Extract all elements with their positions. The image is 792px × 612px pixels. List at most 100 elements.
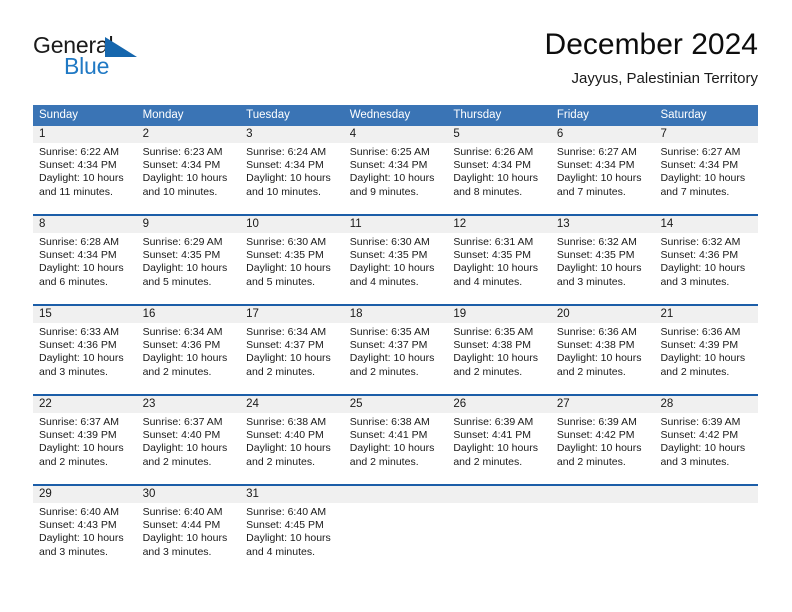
calendar-day-cell[interactable]: 14 Sunrise: 6:32 AM Sunset: 4:36 PM Dayligh…	[654, 216, 759, 296]
day-detail-line: Sunset: 4:41 PM	[453, 429, 531, 442]
calendar-week-row: 8 Sunrise: 6:28 AM Sunset: 4:34 PM Daylight…	[33, 214, 759, 296]
day-detail-line: Sunset: 4:37 PM	[246, 339, 324, 352]
calendar-day-cell[interactable]: 21 Sunrise: 6:36 AM Sunset: 4:39 PM Dayligh…	[654, 306, 759, 386]
day-detail-line: and 10 minutes.	[246, 185, 321, 198]
day-detail-line: and 4 minutes.	[246, 545, 316, 558]
day-detail-line: Sunrise: 6:33 AM	[39, 326, 119, 338]
day-detail-line: and 6 minutes.	[39, 275, 108, 288]
day-detail-line: Daylight: 10 hours	[660, 172, 746, 185]
day-detail-line: Daylight: 10 hours	[142, 442, 228, 455]
calendar-day-cell[interactable]: 5 Sunrise: 6:26 AM Sunset: 4:34 PM Daylight…	[447, 126, 551, 206]
brand-logo[interactable]: General Blue	[33, 32, 203, 88]
calendar-day-cell[interactable]: 6 Sunrise: 6:27 AM Sunset: 4:34 PM Daylight…	[550, 126, 655, 206]
day-detail-line: and 2 minutes.	[453, 365, 523, 378]
calendar-day-cell[interactable]: 28 Sunrise: 6:39 AM Sunset: 4:42 PM Dayligh…	[654, 396, 759, 476]
day-detail-line: Sunrise: 6:40 AM	[246, 506, 327, 518]
calendar-day-cell[interactable]: 7 Sunrise: 6:27 AM Sunset: 4:34 PM Daylight…	[654, 126, 759, 206]
day-detail-line: Sunset: 4:34 PM	[556, 159, 635, 172]
calendar-day-cell[interactable]: 10 Sunrise: 6:30 AM Sunset: 4:35 PM Dayligh…	[240, 216, 344, 296]
day-detail-line: Sunrise: 6:24 AM	[246, 146, 327, 158]
day-number: 2	[136, 126, 241, 143]
calendar-day-cell[interactable]: 22 Sunrise: 6:37 AM Sunset: 4:39 PM Dayligh…	[33, 396, 137, 476]
calendar-day-cell[interactable]: 27 Sunrise: 6:39 AM Sunset: 4:42 PM Dayligh…	[550, 396, 655, 476]
calendar-empty-cell	[550, 486, 655, 566]
week-cells: 1 Sunrise: 6:22 AM Sunset: 4:34 PM Daylight…	[33, 126, 759, 206]
calendar-day-cell[interactable]: 13 Sunrise: 6:32 AM Sunset: 4:35 PM Dayligh…	[550, 216, 655, 296]
day-number: 11	[343, 216, 448, 233]
day-detail-line: and 2 minutes.	[349, 365, 419, 378]
day-detail-line: Daylight: 10 hours	[556, 442, 642, 455]
calendar-day-cell[interactable]: 4 Sunrise: 6:25 AM Sunset: 4:34 PM Daylight…	[343, 126, 448, 206]
day-detail-line: Sunrise: 6:39 AM	[453, 416, 534, 428]
day-detail-line: Daylight: 10 hours	[453, 352, 538, 365]
calendar-day-cell[interactable]: 15 Sunrise: 6:33 AM Sunset: 4:36 PM Dayligh…	[33, 306, 137, 386]
calendar-day-cell[interactable]: 24 Sunrise: 6:38 AM Sunset: 4:40 PM Dayligh…	[240, 396, 344, 476]
calendar-day-cell[interactable]: 29 Sunrise: 6:40 AM Sunset: 4:43 PM Dayligh…	[33, 486, 137, 566]
day-details: Sunrise: 6:24 AM Sunset: 4:34 PM Daylight:…	[240, 143, 344, 199]
day-detail-line: Daylight: 10 hours	[39, 262, 124, 275]
day-detail-line: Daylight: 10 hours	[349, 262, 435, 275]
calendar-week-row: 1 Sunrise: 6:22 AM Sunset: 4:34 PM Daylight…	[33, 126, 759, 206]
title-block: December 2024 Jayyus, Palestinian Territ…	[545, 28, 758, 89]
calendar-day-cell[interactable]: 31 Sunrise: 6:40 AM Sunset: 4:45 PM Dayligh…	[240, 486, 344, 566]
day-detail-line: Sunset: 4:35 PM	[453, 249, 531, 262]
day-detail-line: Sunrise: 6:32 AM	[556, 236, 637, 248]
day-detail-line: Sunrise: 6:34 AM	[142, 326, 223, 338]
day-detail-line: Sunrise: 6:40 AM	[39, 506, 119, 518]
day-detail-line: Sunrise: 6:38 AM	[349, 416, 430, 428]
weekday-header-monday: Monday	[142, 109, 184, 121]
calendar-day-cell[interactable]: 1 Sunrise: 6:22 AM Sunset: 4:34 PM Daylight…	[33, 126, 137, 206]
day-detail-line: and 2 minutes.	[453, 455, 523, 468]
week-cells: 22 Sunrise: 6:37 AM Sunset: 4:39 PM Dayligh…	[33, 396, 759, 476]
day-detail-line: Daylight: 10 hours	[142, 532, 228, 545]
day-details: Sunrise: 6:36 AM Sunset: 4:39 PM Daylight:…	[654, 323, 758, 379]
day-detail-line: and 9 minutes.	[349, 185, 419, 198]
calendar-week-row: 15 Sunrise: 6:33 AM Sunset: 4:36 PM Dayligh…	[33, 304, 759, 386]
day-number: 27	[550, 396, 655, 413]
calendar-day-cell[interactable]: 16 Sunrise: 6:34 AM Sunset: 4:36 PM Dayligh…	[136, 306, 241, 386]
day-detail-line: Daylight: 10 hours	[39, 442, 124, 455]
calendar-day-cell[interactable]: 3 Sunrise: 6:24 AM Sunset: 4:34 PM Daylight…	[240, 126, 344, 206]
day-detail-line: Sunrise: 6:23 AM	[142, 146, 223, 158]
weekday-header-saturday: Saturday	[660, 109, 707, 121]
day-details: Sunrise: 6:32 AM Sunset: 4:35 PM Daylight:…	[551, 233, 655, 289]
calendar-day-cell[interactable]: 2 Sunrise: 6:23 AM Sunset: 4:34 PM Daylight…	[136, 126, 241, 206]
calendar-day-cell[interactable]: 8 Sunrise: 6:28 AM Sunset: 4:34 PM Daylight…	[33, 216, 137, 296]
day-detail-line: and 2 minutes.	[142, 455, 212, 468]
day-detail-line: Daylight: 10 hours	[453, 442, 538, 455]
day-detail-line: and 3 minutes.	[556, 275, 626, 288]
day-detail-line: Daylight: 10 hours	[556, 262, 642, 275]
day-detail-line: Sunrise: 6:29 AM	[142, 236, 223, 248]
calendar-day-cell[interactable]: 20 Sunrise: 6:36 AM Sunset: 4:38 PM Dayligh…	[550, 306, 655, 386]
day-detail-line: Daylight: 10 hours	[246, 172, 331, 185]
day-detail-line: and 3 minutes.	[660, 455, 730, 468]
calendar-day-cell[interactable]: 30 Sunrise: 6:40 AM Sunset: 4:44 PM Dayligh…	[136, 486, 241, 566]
day-detail-line: Sunrise: 6:27 AM	[660, 146, 741, 158]
day-number: 26	[447, 396, 551, 413]
calendar-day-cell[interactable]: 23 Sunrise: 6:37 AM Sunset: 4:40 PM Dayligh…	[136, 396, 241, 476]
calendar-day-cell[interactable]: 12 Sunrise: 6:31 AM Sunset: 4:35 PM Dayligh…	[447, 216, 551, 296]
day-number: 14	[654, 216, 759, 233]
calendar-day-cell[interactable]: 18 Sunrise: 6:35 AM Sunset: 4:37 PM Dayligh…	[343, 306, 448, 386]
calendar-day-cell[interactable]: 26 Sunrise: 6:39 AM Sunset: 4:41 PM Dayligh…	[447, 396, 551, 476]
day-number: 19	[447, 306, 551, 323]
day-number: 24	[240, 396, 344, 413]
calendar-day-cell[interactable]: 17 Sunrise: 6:34 AM Sunset: 4:37 PM Dayligh…	[240, 306, 344, 386]
day-detail-line: and 3 minutes.	[39, 365, 108, 378]
calendar-day-cell[interactable]: 9 Sunrise: 6:29 AM Sunset: 4:35 PM Daylight…	[136, 216, 241, 296]
day-detail-line: and 11 minutes.	[39, 185, 113, 198]
calendar-day-cell[interactable]: 25 Sunrise: 6:38 AM Sunset: 4:41 PM Dayligh…	[343, 396, 448, 476]
day-detail-line: Sunrise: 6:37 AM	[142, 416, 223, 428]
day-detail-line: and 2 minutes.	[246, 365, 316, 378]
day-detail-line: and 5 minutes.	[142, 275, 212, 288]
day-details	[654, 503, 758, 506]
day-detail-line: and 4 minutes.	[453, 275, 523, 288]
day-detail-line: Sunrise: 6:22 AM	[39, 146, 119, 158]
day-number: 6	[550, 126, 655, 143]
day-detail-line: Sunrise: 6:25 AM	[349, 146, 430, 158]
day-number: 16	[136, 306, 241, 323]
day-detail-line: Sunset: 4:35 PM	[349, 249, 428, 262]
day-details	[447, 503, 551, 506]
calendar-day-cell[interactable]: 11 Sunrise: 6:30 AM Sunset: 4:35 PM Dayligh…	[343, 216, 448, 296]
calendar-day-cell[interactable]: 19 Sunrise: 6:35 AM Sunset: 4:38 PM Dayligh…	[447, 306, 551, 386]
